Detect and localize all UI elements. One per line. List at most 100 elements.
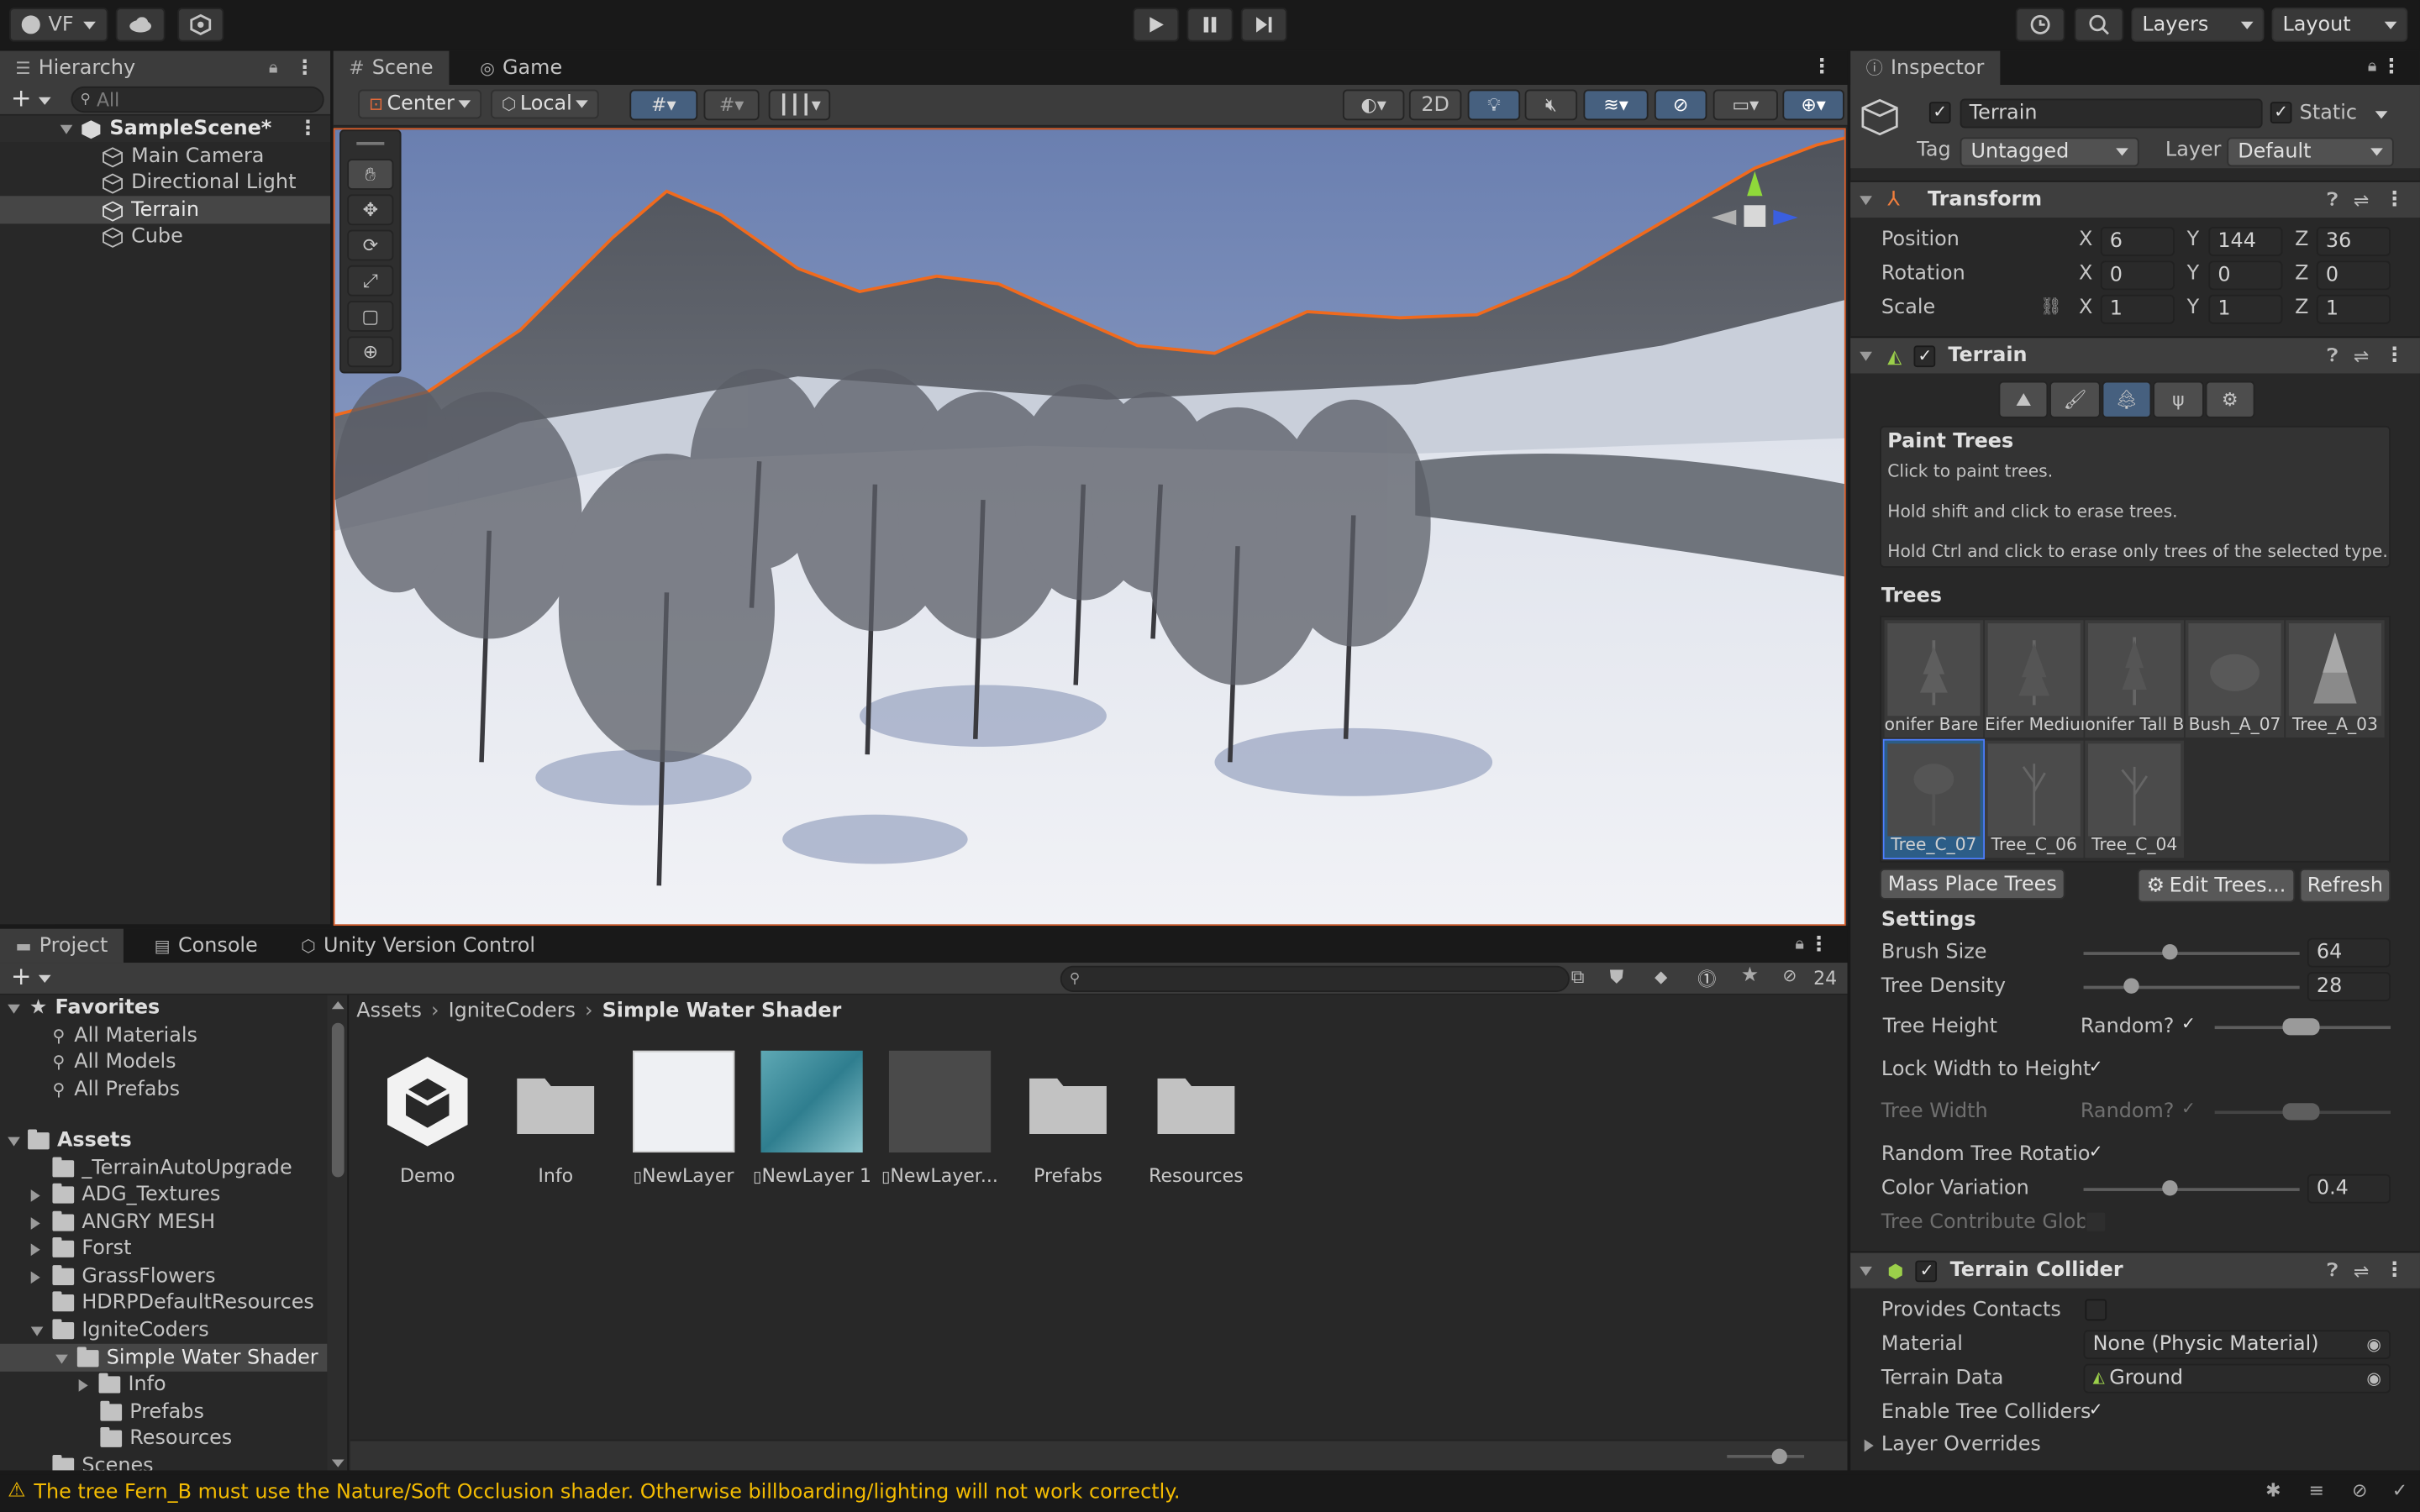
play-button[interactable] [1133, 8, 1180, 42]
static-checkbox[interactable]: ✓ [2270, 102, 2292, 123]
paint-trees-tool[interactable]: 🌲︎ [2102, 381, 2152, 418]
expand-arrow-icon[interactable] [30, 1270, 40, 1284]
favorite-item[interactable]: ⚲ All Prefabs [52, 1077, 180, 1103]
color-variation-slider-thumb[interactable] [2162, 1180, 2178, 1196]
provides-contacts-checkbox[interactable] [2085, 1299, 2107, 1321]
scroll-up-icon[interactable] [331, 1001, 345, 1010]
hierarchy-item[interactable]: Cube [102, 223, 183, 249]
gizmos-button[interactable]: ⊕▾ [1782, 89, 1844, 121]
folder-item[interactable]: Scenes [52, 1453, 154, 1471]
preset-sliders-icon[interactable]: ⇌ [2354, 345, 2369, 367]
kebab-menu-icon[interactable]: ⋮ [2385, 1259, 2405, 1283]
kebab-menu-icon[interactable]: ⋮ [297, 118, 318, 141]
lock-icon[interactable]: 🔒︎ [2368, 55, 2377, 77]
rotation-x-field[interactable]: 0 [2100, 260, 2175, 291]
kebab-menu-icon[interactable]: ⋮ [1812, 55, 1832, 79]
ruler-snap-button[interactable]: ┃┃┃▾ [768, 89, 831, 121]
hierarchy-item-selected[interactable]: Terrain [102, 197, 199, 223]
mass-place-trees-button[interactable]: Mass Place Trees [1880, 869, 2065, 900]
rect-tool-button[interactable]: ▢ [347, 301, 394, 332]
link-scale-icon[interactable]: ⛓︎ [2040, 297, 2062, 317]
history-button[interactable] [2015, 8, 2065, 42]
tree-prototype-selected[interactable]: Tree_C_07 [1882, 738, 1985, 860]
increment-snap-button[interactable]: #▾ [703, 89, 760, 121]
step-button[interactable] [1240, 8, 1287, 42]
foldout-arrow-icon[interactable] [1860, 195, 1872, 205]
move-tool-button[interactable]: ✥ [347, 194, 394, 226]
bug-icon[interactable]: ✱ [2265, 1479, 2281, 1501]
transform-header[interactable]: ⅄ Transform ❓︎ ⇌ ⋮ [1850, 180, 2420, 218]
search-button[interactable] [2074, 8, 2124, 42]
edit-trees-button[interactable]: ⚙︎ Edit Trees... [2137, 869, 2296, 903]
help-icon[interactable]: ❓︎ [2327, 1259, 2338, 1283]
expand-arrow-icon[interactable] [30, 1242, 40, 1256]
progress-icon[interactable]: ⊘ [2352, 1479, 2367, 1501]
layer-dropdown[interactable]: Default [2227, 137, 2394, 167]
folder-item[interactable]: _TerrainAutoUpgrade [52, 1156, 292, 1182]
effects-toggle-button[interactable]: ≋▾ [1583, 89, 1649, 121]
cache-server-icon[interactable]: ≡ [2309, 1479, 2324, 1501]
terrain-settings-tool[interactable]: ⚙︎ [2204, 381, 2255, 418]
expand-arrow-icon[interactable] [30, 1216, 40, 1229]
rotation-y-field[interactable]: 0 [2208, 260, 2283, 291]
hierarchy-search-input[interactable]: ⚲ All [71, 86, 324, 113]
check-circle-icon[interactable]: ✓ [2392, 1479, 2407, 1501]
folder-item[interactable]: HDRPDefaultResources [52, 1289, 314, 1315]
tree-prototype[interactable]: Tree_C_04 [2085, 740, 2184, 858]
help-icon[interactable]: ❓︎ [2327, 188, 2338, 212]
position-y-field[interactable]: 144 [2208, 226, 2283, 256]
terrain-data-object-field[interactable]: ◭ Ground ◉ [2083, 1363, 2391, 1394]
rotate-tool-button[interactable]: ⟳ [347, 229, 394, 261]
thumbnail-size-slider[interactable] [1727, 1455, 1805, 1458]
folder-item[interactable]: GrassFlowers [30, 1263, 216, 1289]
expand-arrow-icon[interactable] [8, 1136, 20, 1146]
favorite-item[interactable]: ⚲ All Models [52, 1049, 176, 1075]
object-picker-icon[interactable]: ◉ [2366, 1368, 2381, 1389]
tab-console[interactable]: ▤ Console [139, 929, 273, 963]
favorites-row[interactable]: ★ Favorites [0, 995, 160, 1021]
kebab-menu-icon[interactable]: ⋮ [2381, 55, 2402, 79]
kebab-menu-icon[interactable]: ⋮ [1809, 933, 1829, 957]
folder-item[interactable]: ADG_Textures [30, 1182, 220, 1208]
folder-item[interactable]: IgniteCoders [30, 1318, 209, 1344]
scroll-down-icon[interactable] [331, 1459, 345, 1467]
tree-prototype[interactable]: onifer Tall B [2085, 620, 2184, 738]
scale-tool-button[interactable]: ⤢ [347, 265, 394, 297]
tree-density-slider[interactable] [2083, 985, 2300, 990]
expand-arrow-icon[interactable] [30, 1189, 40, 1201]
lock-width-checkbox[interactable]: ✓ [2085, 1058, 2107, 1080]
hierarchy-item[interactable]: Main Camera [102, 144, 264, 170]
assets-row[interactable]: Assets [0, 1128, 132, 1154]
lock-icon[interactable]: 🔒︎ [1795, 933, 1804, 955]
asset-item[interactable]: ▯NewLayer... [881, 1050, 999, 1186]
breadcrumb-item[interactable]: IgniteCoders [449, 1000, 576, 1023]
collider-enabled-checkbox[interactable]: ✓ [1916, 1259, 1938, 1282]
breadcrumb-item[interactable]: Assets [356, 1000, 422, 1023]
position-z-field[interactable]: 36 [2316, 226, 2391, 256]
search-by-label-icon[interactable]: ⛊ [1610, 966, 1624, 990]
project-search-input[interactable]: ⚲ [1060, 965, 1570, 992]
tree-height-range-thumb[interactable] [2282, 1018, 2320, 1036]
layout-dropdown[interactable]: Layout [2271, 8, 2408, 42]
active-checkbox[interactable]: ✓ [1928, 102, 1951, 123]
scrollbar-thumb[interactable] [331, 1022, 345, 1178]
color-variation-field[interactable]: 0.4 [2307, 1173, 2391, 1204]
brush-size-field[interactable]: 64 [2307, 937, 2391, 968]
collab-button[interactable] [177, 8, 224, 42]
scale-x-field[interactable]: 1 [2100, 294, 2175, 324]
foldout-arrow-icon[interactable] [1864, 1439, 1874, 1452]
tag-dropdown[interactable]: Untagged [1960, 137, 2139, 167]
pivot-mode-dropdown[interactable]: ⊡ Center [358, 89, 482, 119]
lighting-toggle-button[interactable]: 💡︎ [1467, 89, 1521, 121]
tree-height-random-checkbox[interactable]: ✓ [2178, 1015, 2200, 1037]
asset-item[interactable]: ▯NewLayer 1 [753, 1050, 871, 1186]
tree-prototype[interactable]: Tree_C_06 [1984, 740, 2084, 858]
chevron-down-icon[interactable] [38, 974, 51, 983]
terrain-component-header[interactable]: ◭ ✓ Terrain ❓︎ ⇌ ⋮ [1850, 336, 2420, 374]
expand-arrow-icon[interactable] [78, 1378, 88, 1391]
expand-arrow-icon[interactable] [55, 1353, 68, 1363]
tree-prototype[interactable]: Tree_A_03 [2286, 620, 2385, 738]
tree-prototype[interactable]: onifer Bare B [1884, 620, 1984, 738]
account-dropdown[interactable]: VF [9, 8, 108, 42]
folder-item[interactable]: Forst [30, 1236, 131, 1262]
